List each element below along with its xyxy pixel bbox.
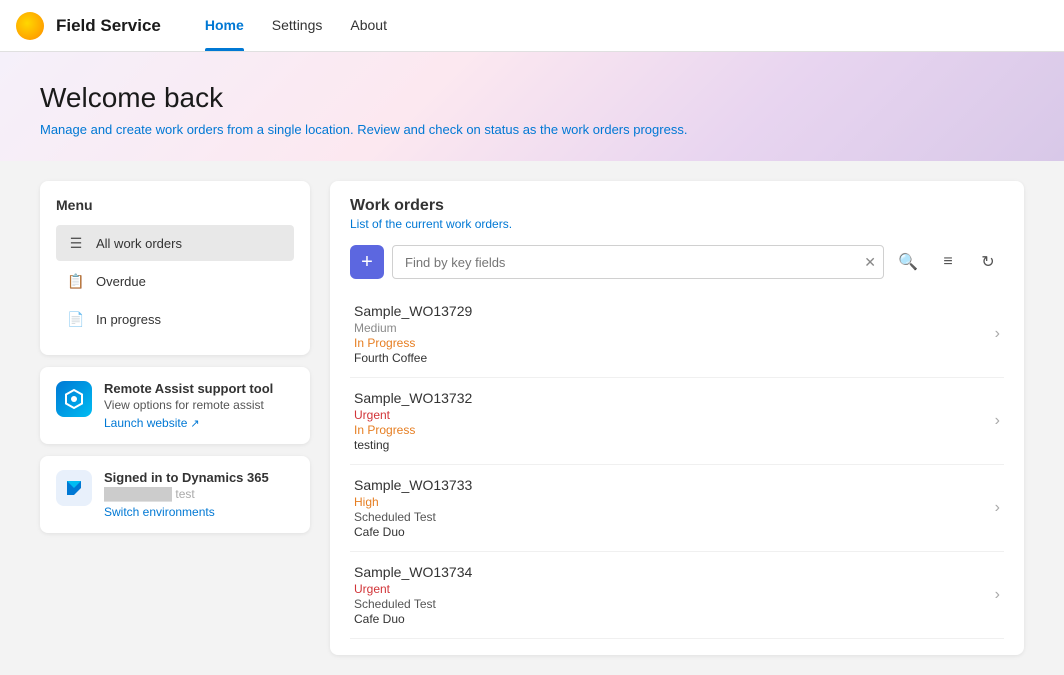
work-order-status: Scheduled Test xyxy=(354,597,995,611)
work-orders-title: Work orders xyxy=(350,197,1004,215)
remote-assist-card: Remote Assist support tool View options … xyxy=(40,367,310,444)
work-order-status: Scheduled Test xyxy=(354,510,995,524)
work-order-item[interactable]: Sample_WO13729 Medium In Progress Fourth… xyxy=(350,291,1004,378)
main-content: Welcome back Manage and create work orde… xyxy=(0,52,1064,675)
work-order-item-info: Sample_WO13732 Urgent In Progress testin… xyxy=(354,390,995,452)
remote-assist-description: View options for remote assist xyxy=(104,398,294,412)
menu-item-overdue[interactable]: 📋 Overdue xyxy=(56,263,294,299)
work-order-priority: High xyxy=(354,495,995,509)
work-order-company: Cafe Duo xyxy=(354,525,995,539)
search-bar: + ✕ 🔍 ≡ ↻ xyxy=(350,245,1004,279)
welcome-subtitle: Manage and create work orders from a sin… xyxy=(40,122,1024,137)
external-link-icon: ↗ xyxy=(190,417,199,430)
work-order-item[interactable]: Sample_WO13733 High Scheduled Test Cafe … xyxy=(350,465,1004,552)
filter-button[interactable]: ≡ xyxy=(932,246,964,278)
work-order-company: Fourth Coffee xyxy=(354,351,995,365)
refresh-button[interactable]: ↻ xyxy=(972,246,1004,278)
remote-assist-logo xyxy=(56,381,92,417)
dynamics-logo xyxy=(56,470,92,506)
remote-assist-title: Remote Assist support tool xyxy=(104,381,294,396)
search-clear-icon[interactable]: ✕ xyxy=(864,254,876,271)
search-icon: 🔍 xyxy=(898,252,918,272)
nav-about[interactable]: About xyxy=(338,0,399,51)
signed-in-email: ████████ test xyxy=(104,487,294,501)
refresh-icon: ↻ xyxy=(981,252,994,272)
app-logo xyxy=(16,12,44,40)
main-nav: Home Settings About xyxy=(193,0,399,51)
menu-item-all-work-orders[interactable]: ☰ All work orders xyxy=(56,225,294,261)
overdue-icon: 📋 xyxy=(66,271,86,291)
work-order-name: Sample_WO13734 xyxy=(354,564,995,580)
work-orders-list: Sample_WO13729 Medium In Progress Fourth… xyxy=(350,291,1004,639)
nav-home[interactable]: Home xyxy=(193,0,256,51)
launch-website-link[interactable]: Launch website ↗ xyxy=(104,416,294,430)
work-order-company: Cafe Duo xyxy=(354,612,995,626)
remote-assist-info: Remote Assist support tool View options … xyxy=(104,381,294,430)
chevron-right-icon: › xyxy=(995,325,1000,343)
search-input[interactable] xyxy=(392,245,884,279)
work-order-item-info: Sample_WO13733 High Scheduled Test Cafe … xyxy=(354,477,995,539)
work-order-name: Sample_WO13729 xyxy=(354,303,995,319)
switch-environments-link[interactable]: Switch environments xyxy=(104,505,294,519)
work-orders-header: Work orders List of the current work ord… xyxy=(350,197,1004,231)
signed-in-card: Signed in to Dynamics 365 ████████ test … xyxy=(40,456,310,533)
content-area: Menu ☰ All work orders 📋 Overdue 📄 In pr… xyxy=(0,161,1064,675)
add-work-order-button[interactable]: + xyxy=(350,245,384,279)
work-order-name: Sample_WO13732 xyxy=(354,390,995,406)
in-progress-icon: 📄 xyxy=(66,309,86,329)
nav-settings[interactable]: Settings xyxy=(260,0,335,51)
work-order-priority: Urgent xyxy=(354,582,995,596)
sidebar: Menu ☰ All work orders 📋 Overdue 📄 In pr… xyxy=(40,181,310,533)
work-order-priority: Urgent xyxy=(354,408,995,422)
app-header: Field Service Home Settings About xyxy=(0,0,1064,52)
welcome-title: Welcome back xyxy=(40,82,1024,114)
work-order-item-info: Sample_WO13729 Medium In Progress Fourth… xyxy=(354,303,995,365)
remote-assist-icon xyxy=(63,388,85,410)
menu-title: Menu xyxy=(56,197,294,213)
work-order-priority: Medium xyxy=(354,321,995,335)
signed-in-info: Signed in to Dynamics 365 ████████ test … xyxy=(104,470,294,519)
work-order-status: In Progress xyxy=(354,423,995,437)
dynamics-icon xyxy=(63,477,85,499)
work-order-status: In Progress xyxy=(354,336,995,350)
work-order-item[interactable]: Sample_WO13734 Urgent Scheduled Test Caf… xyxy=(350,552,1004,639)
menu-item-in-progress[interactable]: 📄 In progress xyxy=(56,301,294,337)
work-orders-panel: Work orders List of the current work ord… xyxy=(330,181,1024,655)
filter-icon: ≡ xyxy=(943,253,952,271)
signed-in-title: Signed in to Dynamics 365 xyxy=(104,470,294,485)
chevron-right-icon: › xyxy=(995,412,1000,430)
work-order-item[interactable]: Sample_WO13732 Urgent In Progress testin… xyxy=(350,378,1004,465)
work-order-name: Sample_WO13733 xyxy=(354,477,995,493)
work-orders-subtitle: List of the current work orders. xyxy=(350,217,1004,231)
welcome-banner: Welcome back Manage and create work orde… xyxy=(0,52,1064,161)
chevron-right-icon: › xyxy=(995,586,1000,604)
search-input-wrap: ✕ xyxy=(392,245,884,279)
menu-card: Menu ☰ All work orders 📋 Overdue 📄 In pr… xyxy=(40,181,310,355)
all-work-orders-icon: ☰ xyxy=(66,233,86,253)
chevron-right-icon: › xyxy=(995,499,1000,517)
work-order-item-info: Sample_WO13734 Urgent Scheduled Test Caf… xyxy=(354,564,995,626)
work-order-company: testing xyxy=(354,438,995,452)
app-title: Field Service xyxy=(56,16,161,36)
search-button[interactable]: 🔍 xyxy=(892,246,924,278)
